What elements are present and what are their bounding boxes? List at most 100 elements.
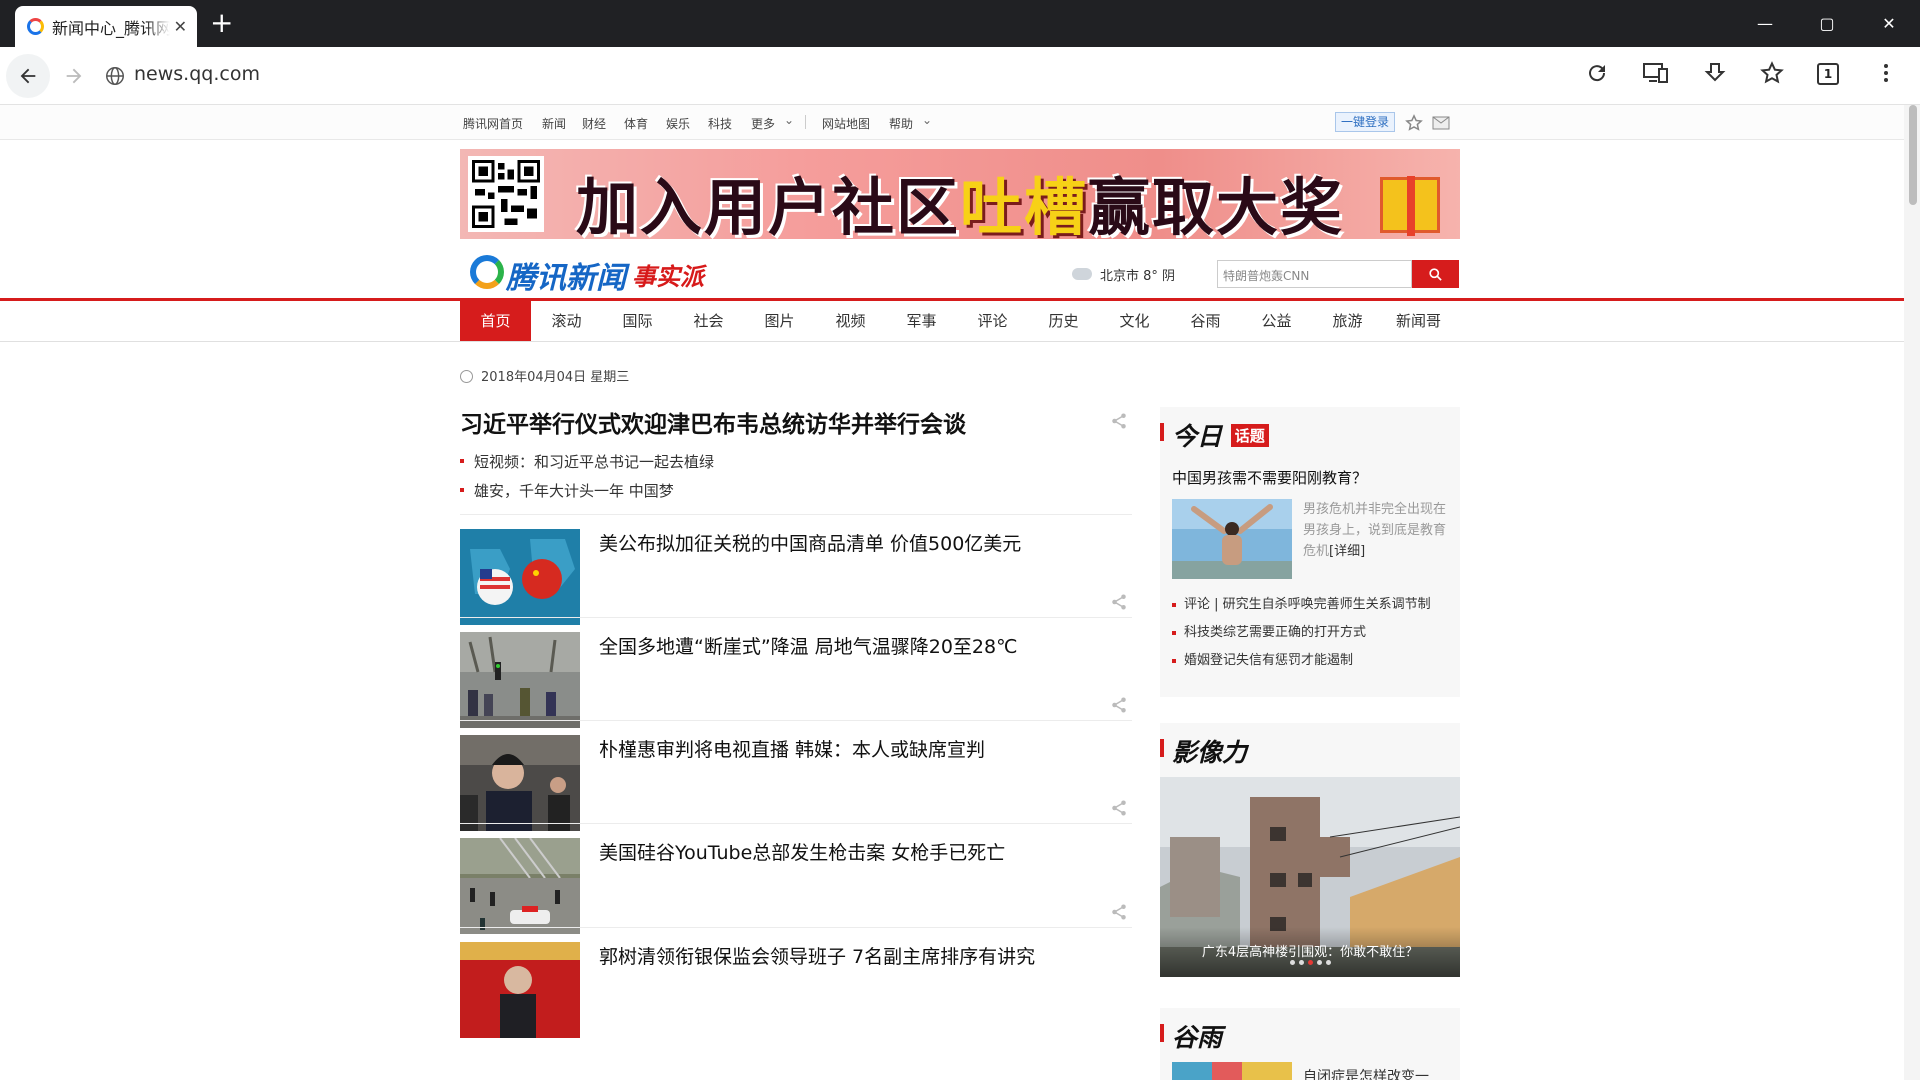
- news-title[interactable]: 美国硅谷YouTube总部发生枪击案 女枪手已死亡: [599, 838, 1005, 865]
- news-item[interactable]: 美国硅谷YouTube总部发生枪击案 女枪手已死亡: [460, 823, 1132, 934]
- section-marker: [1160, 739, 1164, 757]
- news-item[interactable]: 郭树清领衔银保监会领导班子 7名副主席排序有讲究: [460, 927, 1132, 1038]
- topnav-sitemap[interactable]: 网站地图: [822, 115, 870, 132]
- topic-link-list: 评论 | 研究生自杀呼唤完善师生关系调节制 科技类综艺需要正确的打开方式 婚姻登…: [1172, 595, 1431, 679]
- tab-title: 新闻中心_腾讯网: [52, 18, 170, 38]
- nav-home[interactable]: 首页: [460, 301, 531, 341]
- search-input[interactable]: 特朗普炮轰CNN: [1217, 260, 1412, 288]
- browser-tab[interactable]: 新闻中心_腾讯网 ✕: [15, 6, 197, 47]
- news-thumbnail: [460, 942, 580, 1038]
- carousel-dot[interactable]: [1325, 960, 1331, 965]
- nav-culture[interactable]: 文化: [1099, 301, 1170, 341]
- banner-slogan: 加入用户社区吐槽赢取大奖: [576, 171, 1345, 239]
- window-maximize-button[interactable]: ▢: [1796, 0, 1858, 47]
- news-thumbnail: [460, 735, 580, 831]
- back-button[interactable]: [6, 54, 50, 98]
- date-line: 2018年04月04日 星期三: [460, 366, 629, 385]
- news-item[interactable]: 全国多地遭“断崖式”降温 局地气温骤降20至28℃: [460, 617, 1132, 728]
- share-icon[interactable]: [1110, 696, 1128, 714]
- topic-more-link[interactable]: [详细]: [1329, 544, 1365, 559]
- news-title[interactable]: 朴槿惠审判将电视直播 韩媒：本人或缺席宣判: [599, 735, 985, 762]
- new-tab-button[interactable]: +: [210, 8, 233, 38]
- news-title[interactable]: 郭树清领衔银保监会领导班子 7名副主席排序有讲究: [599, 942, 1035, 969]
- topnav-help[interactable]: 帮助: [889, 115, 913, 132]
- more-menu-icon[interactable]: [1874, 61, 1898, 85]
- favorite-star-icon[interactable]: [1405, 114, 1423, 132]
- browser-toolbar: news.qq.com 1: [0, 47, 1920, 105]
- page-scrollbar[interactable]: [1904, 105, 1920, 1080]
- download-icon[interactable]: [1703, 61, 1727, 85]
- carousel-dot[interactable]: [1298, 960, 1304, 965]
- reload-icon[interactable]: [1585, 61, 1609, 85]
- nav-charity[interactable]: 公益: [1241, 301, 1312, 341]
- news-title[interactable]: 全国多地遭“断崖式”降温 局地气温骤降20至28℃: [599, 632, 1017, 659]
- list-item[interactable]: 科技类综艺需要正确的打开方式: [1172, 623, 1431, 651]
- nav-guyu[interactable]: 谷雨: [1170, 301, 1241, 341]
- tab-count-button[interactable]: 1: [1817, 63, 1839, 85]
- search-button[interactable]: [1412, 260, 1459, 288]
- topnav-ent[interactable]: 娱乐: [666, 115, 690, 132]
- nav-society[interactable]: 社会: [673, 301, 744, 341]
- nav-international[interactable]: 国际: [602, 301, 673, 341]
- lead-title[interactable]: 习近平举行仪式欢迎津巴布韦总统访华并举行会谈: [460, 405, 1132, 439]
- tencent-news-logo-icon[interactable]: [470, 255, 504, 289]
- gift-box-icon: [1380, 176, 1440, 236]
- scrollbar-thumb[interactable]: [1909, 105, 1917, 205]
- forward-button[interactable]: [52, 54, 96, 98]
- nav-history[interactable]: 历史: [1028, 301, 1099, 341]
- share-icon[interactable]: [1110, 799, 1128, 817]
- share-icon[interactable]: [1110, 412, 1128, 430]
- carousel-dot[interactable]: [1316, 960, 1322, 965]
- topnav-tech[interactable]: 科技: [708, 115, 732, 132]
- nav-travel[interactable]: 旅游: [1312, 301, 1383, 341]
- topnav-news[interactable]: 新闻: [542, 115, 566, 132]
- topnav-home[interactable]: 腾讯网首页: [463, 115, 523, 132]
- clock-icon: [460, 370, 473, 383]
- window-minimize-button[interactable]: —: [1734, 0, 1796, 47]
- site-logo-sub[interactable]: 事实派: [632, 257, 704, 292]
- lead-story: 习近平举行仪式欢迎津巴布韦总统访华并举行会谈 短视频：和习近平总书记一起去植绿 …: [460, 405, 1132, 501]
- window-close-button[interactable]: ✕: [1858, 0, 1920, 47]
- arrow-left-icon: [20, 68, 36, 84]
- nav-video[interactable]: 视频: [815, 301, 886, 341]
- site-logo[interactable]: 腾讯新闻: [506, 253, 626, 297]
- tab-close-icon[interactable]: ✕: [174, 17, 187, 36]
- guyu-thumbnail[interactable]: [1172, 1062, 1292, 1080]
- list-item[interactable]: 婚姻登记失信有惩罚才能遏制: [1172, 651, 1431, 679]
- carousel-dot[interactable]: [1307, 960, 1313, 965]
- nav-news-bro[interactable]: 新闻哥: [1383, 301, 1454, 341]
- guyu-title[interactable]: 自闭症是怎样改变一: [1303, 1066, 1429, 1080]
- star-icon[interactable]: [1760, 61, 1784, 85]
- topic-image[interactable]: [1172, 499, 1292, 579]
- section-marker: [1160, 423, 1164, 441]
- lead-sub-link[interactable]: 短视频：和习近平总书记一起去植绿: [460, 451, 1132, 472]
- news-item[interactable]: 美公布拟加征关税的中国商品清单 价值500亿美元: [460, 514, 1132, 625]
- news-title[interactable]: 美公布拟加征关税的中国商品清单 价值500亿美元: [599, 529, 1021, 556]
- mail-icon[interactable]: [1432, 115, 1450, 131]
- carousel-dot[interactable]: [1289, 960, 1295, 965]
- topic-question[interactable]: 中国男孩需不需要阳刚教育？: [1172, 467, 1367, 488]
- image-power-box: 影像力 广东4层高神楼引围观：你敢不敢住？: [1160, 723, 1460, 977]
- community-banner-ad[interactable]: 加入用户社区吐槽赢取大奖: [460, 149, 1460, 239]
- nav-military[interactable]: 军事: [886, 301, 957, 341]
- one-click-login-button[interactable]: 一键登录: [1335, 112, 1395, 132]
- share-icon[interactable]: [1110, 903, 1128, 921]
- nav-pictures[interactable]: 图片: [744, 301, 815, 341]
- topnav-finance[interactable]: 财经: [582, 115, 606, 132]
- news-thumbnail: [460, 838, 580, 934]
- news-thumbnail: [460, 529, 580, 625]
- topnav-more[interactable]: 更多: [751, 115, 775, 132]
- topnav-sports[interactable]: 体育: [624, 115, 648, 132]
- section-title: 谷雨: [1172, 1023, 1223, 1052]
- section-marker: [1160, 1024, 1164, 1042]
- section-title: 今日 话题: [1172, 417, 1269, 453]
- nav-rolling[interactable]: 滚动: [531, 301, 602, 341]
- featured-photo[interactable]: 广东4层高神楼引围观：你敢不敢住？: [1160, 777, 1460, 977]
- news-item[interactable]: 朴槿惠审判将电视直播 韩媒：本人或缺席宣判: [460, 720, 1132, 831]
- share-icon[interactable]: [1110, 593, 1128, 611]
- desktop-site-icon[interactable]: [1643, 61, 1669, 85]
- lead-sub-link[interactable]: 雄安，千年大计头一年 中国梦: [460, 480, 1132, 501]
- list-item[interactable]: 评论 | 研究生自杀呼唤完善师生关系调节制: [1172, 595, 1431, 623]
- address-bar[interactable]: news.qq.com: [134, 63, 260, 85]
- nav-opinion[interactable]: 评论: [957, 301, 1028, 341]
